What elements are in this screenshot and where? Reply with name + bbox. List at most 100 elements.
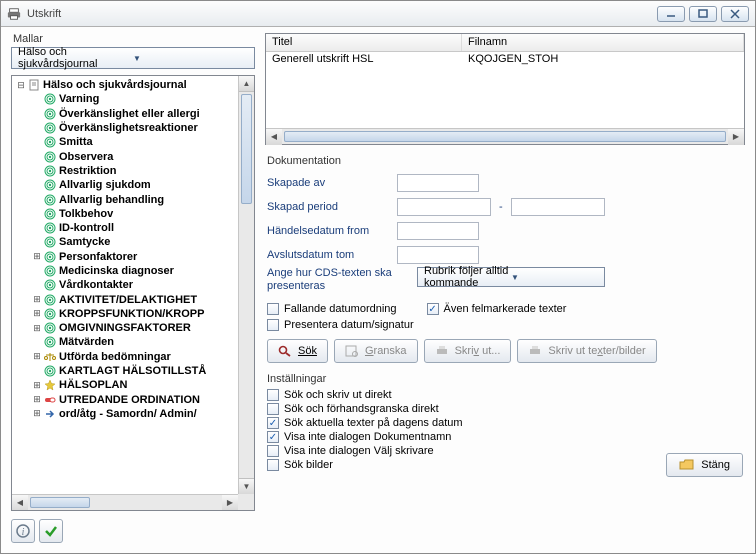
scroll-right-button[interactable]: ▶ [222, 495, 238, 511]
tree-item[interactable]: ·ID-kontroll [12, 221, 238, 235]
tree-item-label: Mätvärden [59, 336, 114, 348]
tree-vscroll[interactable]: ▲ ▼ [238, 76, 254, 494]
period-to-input[interactable] [511, 198, 605, 216]
tree-item[interactable]: ·Allvarlig behandling [12, 192, 238, 206]
period-from-input[interactable] [397, 198, 491, 216]
col-filnamn[interactable]: Filnamn [462, 34, 744, 51]
ok-button[interactable] [39, 519, 63, 543]
opt3-checkbox[interactable]: ✓Sök aktuella texter på dagens datum [267, 417, 743, 429]
collapse-icon[interactable]: ⊟ [16, 80, 26, 90]
tree-item-label: AKTIVITET/DELAKTIGHET [59, 294, 197, 306]
tgt-icon [44, 365, 56, 377]
print-icon [435, 345, 449, 357]
tree-item[interactable]: ·KARTLAGT HÄLSOTILLSTÅ [12, 364, 238, 378]
tgt-icon [44, 251, 56, 263]
expand-icon[interactable]: ⊞ [32, 352, 42, 362]
tree-item[interactable]: ·Observera [12, 149, 238, 163]
result-table[interactable]: Titel Filnamn Generell utskrift HSL KQOJ… [265, 33, 745, 145]
table-row[interactable]: Generell utskrift HSL KQOJGEN_STOH [266, 52, 744, 68]
titlebar: Utskrift [1, 1, 755, 27]
tree-item[interactable]: ·Smitta [12, 135, 238, 149]
info-button[interactable]: i [11, 519, 35, 543]
tree-item-label: Allvarlig sjukdom [59, 179, 151, 191]
tree-item[interactable]: ⊞ord/åtg - Samordn/ Admin/ [12, 407, 238, 421]
tgt-icon [44, 93, 56, 105]
scroll-thumb-h[interactable] [30, 497, 90, 508]
granska-button[interactable]: Granska [334, 339, 418, 363]
cell-titel: Generell utskrift HSL [266, 52, 462, 68]
col-titel[interactable]: Titel [266, 34, 462, 51]
scroll-thumb[interactable] [241, 94, 252, 204]
sok-button[interactable]: Sök [267, 339, 328, 363]
installningar-label: Inställningar [267, 373, 743, 385]
table-hscroll[interactable]: ◀ ▶ [266, 128, 744, 144]
skriv-texter-button[interactable]: Skriv ut texter/bilder [517, 339, 656, 363]
expand-icon[interactable]: ⊞ [32, 323, 42, 333]
tree-item[interactable]: ⊞ AKTIVITET/DELAKTIGHET [12, 292, 238, 306]
tree-item[interactable]: ·Vårdkontakter [12, 278, 238, 292]
tree-item[interactable]: ·Medicinska diagnoser [12, 264, 238, 278]
handelsedatum-input[interactable] [397, 222, 479, 240]
tree-item[interactable]: ⊞KROPPSFUNKTION/KROPP [12, 307, 238, 321]
tree-item[interactable]: ·Allvarlig sjukdom [12, 178, 238, 192]
tree-item-label: HÄLSOPLAN [59, 379, 127, 391]
tgt-icon [44, 208, 56, 220]
expand-icon[interactable]: ⊞ [32, 295, 42, 305]
tgt-icon [44, 336, 56, 348]
expand-icon[interactable]: ⊞ [32, 252, 42, 262]
minimize-button[interactable] [657, 6, 685, 22]
expand-icon[interactable]: ⊞ [32, 409, 42, 419]
arrow-icon [44, 408, 56, 420]
fallande-label: Fallande datumordning [284, 303, 397, 315]
sok-label: Sök [298, 345, 317, 357]
opt2-checkbox[interactable]: Sök och förhandsgranska direkt [267, 403, 743, 415]
mallar-label: Mallar [11, 33, 255, 45]
template-tree[interactable]: ⊟Hälso och sjukvårdsjournal·Varning·Över… [11, 75, 255, 511]
presentera-checkbox[interactable]: Presentera datum/signatur [267, 319, 414, 331]
tree-item[interactable]: ·Överkänslighet eller allergi [12, 107, 238, 121]
aven-checkbox[interactable]: ✓Även felmarkerade texter [427, 303, 567, 315]
tree-item[interactable]: ⊟Hälso och sjukvårdsjournal [12, 78, 238, 92]
tree-item[interactable]: ⊞UTREDANDE ORDINATION [12, 393, 238, 407]
tree-item[interactable]: ⊞ HÄLSOPLAN [12, 378, 238, 392]
period-separator: - [499, 201, 503, 213]
tree-item-label: Överkänslighet eller allergi [59, 108, 200, 120]
tree-item[interactable]: ·Varning [12, 92, 238, 106]
tree-item[interactable]: ⊞OMGIVNINGSFAKTORER [12, 321, 238, 335]
scroll-right-button[interactable]: ▶ [728, 129, 744, 145]
expand-icon[interactable]: ⊞ [32, 380, 42, 390]
scroll-left-button[interactable]: ◀ [266, 129, 282, 145]
avslutsdatum-input[interactable] [397, 246, 479, 264]
expand-icon[interactable]: ⊞ [32, 309, 42, 319]
stang-button[interactable]: Stäng [666, 453, 743, 477]
tree-item[interactable]: ⊞Personfaktorer [12, 250, 238, 264]
scroll-left-button[interactable]: ◀ [12, 495, 28, 511]
expand-icon[interactable]: ⊞ [32, 395, 42, 405]
scroll-down-button[interactable]: ▼ [239, 478, 254, 494]
tree-item[interactable]: ⊞Utförda bedömningar [12, 350, 238, 364]
skapade-av-label: Skapade av [267, 177, 397, 189]
skriv-texter-label: Skriv ut texter/bilder [548, 345, 645, 357]
scroll-up-button[interactable]: ▲ [239, 76, 254, 92]
tgt-icon [44, 294, 56, 306]
maximize-button[interactable] [689, 6, 717, 22]
fallande-checkbox[interactable]: Fallande datumordning [267, 303, 397, 315]
skriv-ut-button[interactable]: Skriv ut... [424, 339, 512, 363]
tree-item-label: Observera [59, 151, 113, 163]
template-combo[interactable]: Hälso och sjukvårdsjournal ▼ [11, 47, 255, 69]
skapade-av-input[interactable] [397, 174, 479, 192]
cds-select[interactable]: Rubrik följer alltid kommande ▼ [417, 267, 605, 287]
svg-text:i: i [22, 527, 25, 538]
tree-hscroll[interactable]: ◀ ▶ [12, 494, 238, 510]
search-icon [278, 345, 292, 357]
tree-item[interactable]: ·Samtycke [12, 235, 238, 249]
opt3-label: Sök aktuella texter på dagens datum [284, 417, 463, 429]
tree-item[interactable]: ·Överkänslighetsreaktioner [12, 121, 238, 135]
tree-item[interactable]: ·Restriktion [12, 164, 238, 178]
scroll-thumb-h[interactable] [284, 131, 726, 142]
close-button[interactable] [721, 6, 749, 22]
tree-item[interactable]: ·Mätvärden [12, 335, 238, 349]
tree-item[interactable]: ·Tolkbehov [12, 207, 238, 221]
opt1-checkbox[interactable]: Sök och skriv ut direkt [267, 389, 743, 401]
opt4-checkbox[interactable]: ✓Visa inte dialogen Dokumentnamn [267, 431, 743, 443]
